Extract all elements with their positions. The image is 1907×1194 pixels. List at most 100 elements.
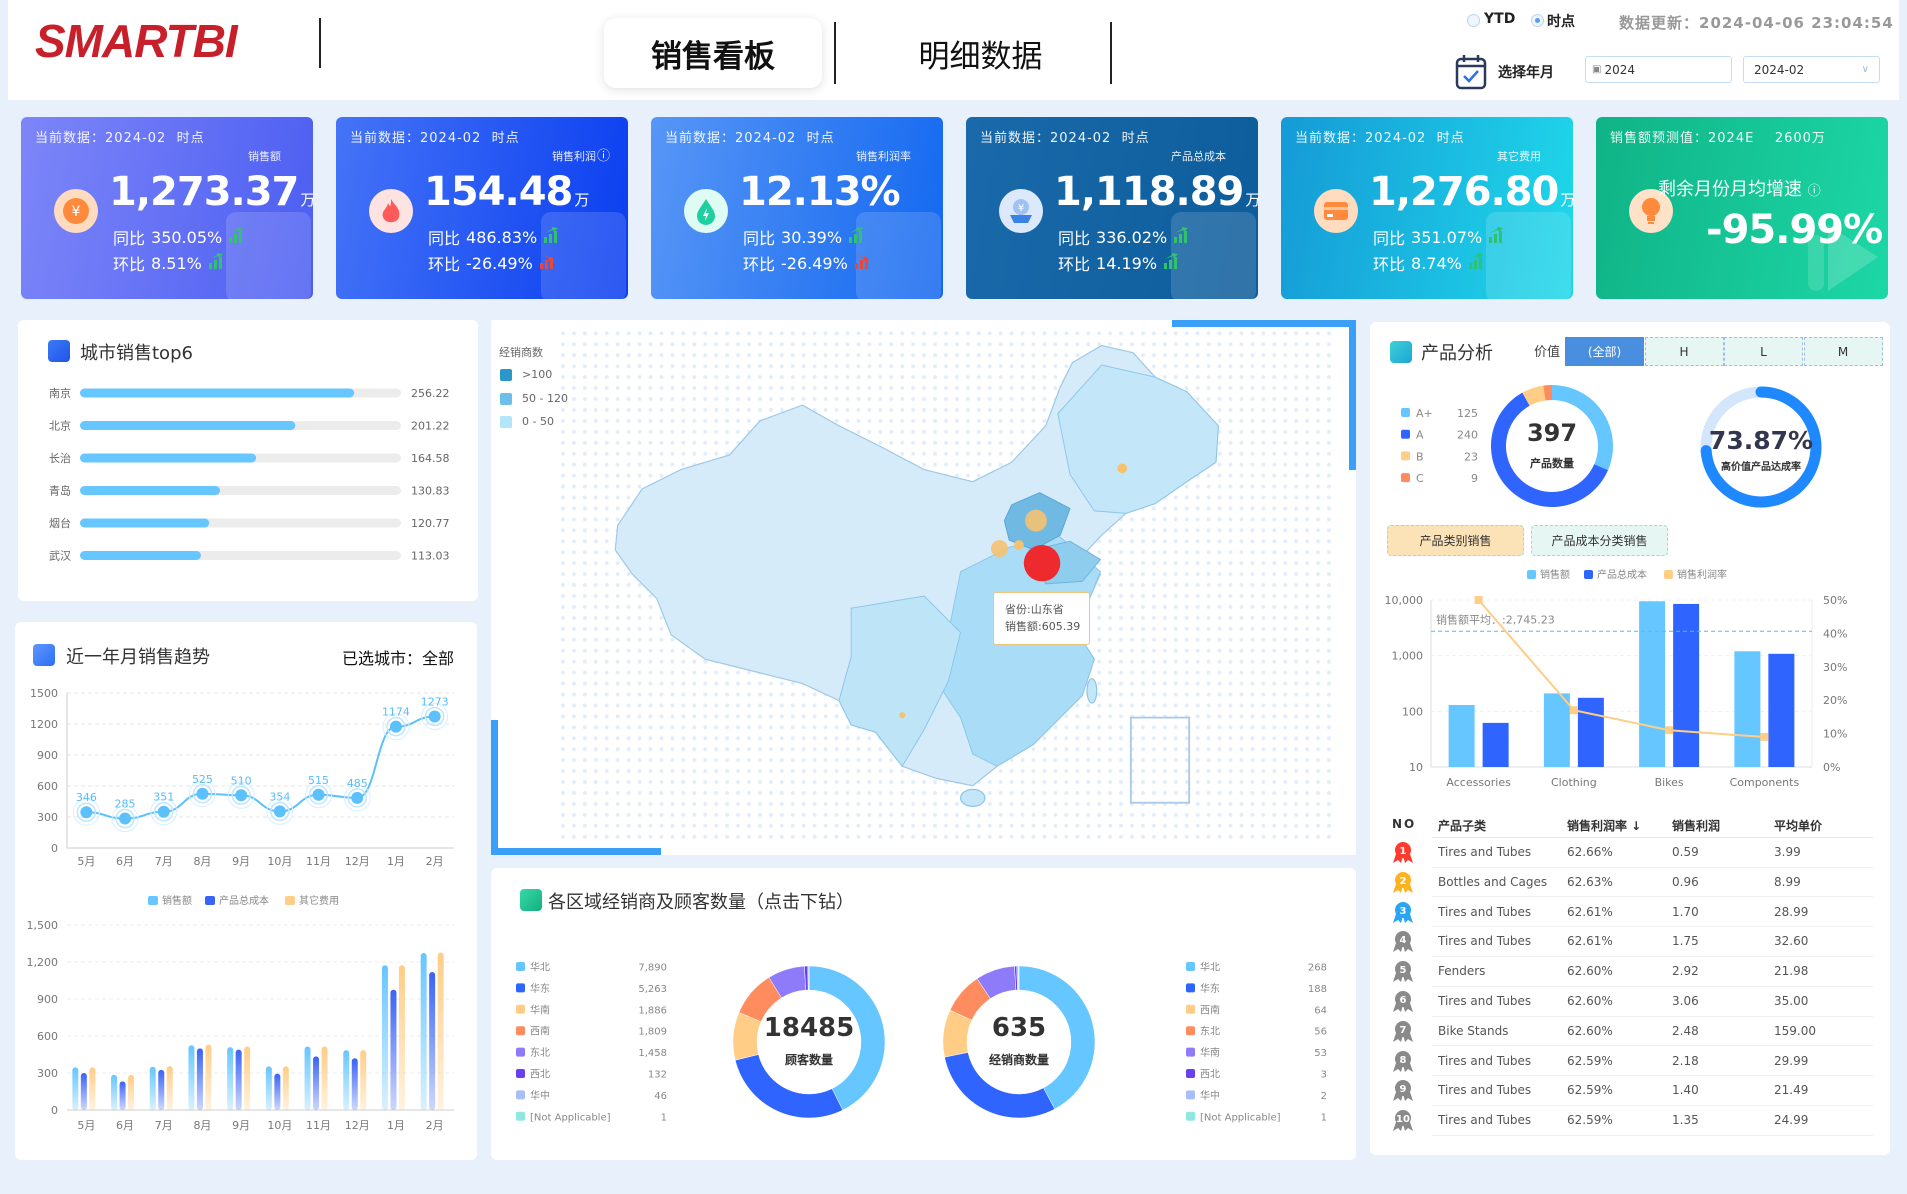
legend-value: 7,890 <box>638 963 667 974</box>
legend-swatch <box>1401 473 1410 483</box>
table-row[interactable]: 10 Tires and Tubes 62.59% 1.35 24.99 <box>1380 1105 1875 1135</box>
y2-tick-label: 0% <box>1823 761 1840 774</box>
legend-label[interactable]: 西北 <box>530 1069 550 1081</box>
cell-profit: 0.96 <box>1672 874 1699 889</box>
cost-bar[interactable] <box>1673 603 1700 767</box>
legend-value: 1 <box>661 1112 667 1123</box>
legend-label[interactable]: 华中 <box>1200 1089 1220 1102</box>
svg-text:9: 9 <box>1400 1084 1407 1095</box>
legend-swatch <box>1186 1090 1195 1100</box>
legend-swatch <box>1186 1111 1195 1121</box>
table-row[interactable]: 5 Fenders 62.60% 2.92 21.98 <box>1380 956 1875 986</box>
medal-rank-icon: 5 <box>1392 959 1414 983</box>
cell-price: 21.49 <box>1774 1083 1809 1098</box>
svg-text:6: 6 <box>1400 995 1407 1006</box>
legend-label[interactable]: 华中 <box>530 1089 550 1102</box>
cell-name: Tires and Tubes <box>1438 934 1532 949</box>
legend-value: 125 <box>1457 407 1478 420</box>
profit-rate-point[interactable] <box>1569 706 1578 715</box>
legend-label[interactable]: 西南 <box>530 1025 550 1038</box>
cell-rate: 62.60% <box>1567 1023 1613 1038</box>
legend-swatch <box>1186 1004 1195 1014</box>
profit-rate-point[interactable] <box>1665 726 1674 735</box>
legend-label[interactable]: 华北 <box>1200 961 1220 974</box>
legend-label[interactable]: A <box>1416 429 1424 442</box>
svg-text:8: 8 <box>1400 1055 1407 1066</box>
legend-swatch <box>1186 983 1195 993</box>
column-header[interactable]: 销售利润率 ↓ <box>1567 817 1641 834</box>
cell-profit: 1.70 <box>1672 904 1699 919</box>
medal-rank-icon: 10 <box>1392 1108 1414 1132</box>
svg-text:4: 4 <box>1400 935 1407 946</box>
legend-label[interactable]: 华南 <box>1200 1046 1220 1059</box>
legend-swatch <box>1186 962 1195 971</box>
legend-label[interactable]: 华南 <box>530 1003 550 1016</box>
cell-rate: 62.60% <box>1567 994 1613 1008</box>
legend-label[interactable]: 西南 <box>1200 1003 1220 1016</box>
legend-swatch <box>516 962 525 971</box>
cell-rate: 62.59% <box>1567 1113 1613 1128</box>
legend-swatch <box>1186 1069 1195 1078</box>
donut-total: 635 <box>992 1013 1046 1043</box>
cost-bar[interactable] <box>1577 697 1604 767</box>
cell-name: Bottles and Cages <box>1438 874 1548 889</box>
profit-rate-point[interactable] <box>1760 732 1769 741</box>
gauge-label: 高价值产品达成率 <box>1721 460 1801 473</box>
legend-swatch <box>516 983 525 993</box>
legend-label[interactable]: 西北 <box>1200 1069 1220 1081</box>
legend-label[interactable]: 华北 <box>530 961 550 974</box>
legend-label[interactable]: 产品总成本 <box>1597 568 1647 581</box>
legend-label[interactable]: [Not Applicable] <box>530 1112 611 1123</box>
table-row[interactable]: 2 Bottles and Cages 62.63% 0.96 8.99 <box>1380 867 1875 897</box>
legend-value: 53 <box>1314 1048 1327 1059</box>
table-row[interactable]: 8 Tires and Tubes 62.59% 2.18 29.99 <box>1380 1046 1875 1076</box>
legend-swatch <box>516 1090 525 1100</box>
legend-value: 23 <box>1464 450 1478 463</box>
legend-label[interactable]: 东北 <box>530 1046 550 1059</box>
legend-value: 5,263 <box>638 984 667 995</box>
legend-label[interactable]: 东北 <box>1200 1025 1220 1038</box>
legend-swatch <box>1584 570 1593 579</box>
cell-rate: 62.61% <box>1567 934 1613 949</box>
profit-rate-point[interactable] <box>1474 596 1483 604</box>
table-row[interactable]: 3 Tires and Tubes 62.61% 1.70 28.99 <box>1380 897 1875 927</box>
table-row[interactable]: 7 Bike Stands 62.60% 2.48 159.00 <box>1380 1016 1875 1046</box>
legend-label[interactable]: 销售利润率 <box>1677 568 1727 581</box>
cell-name: Bike Stands <box>1438 1023 1509 1038</box>
legend-swatch <box>1527 570 1536 579</box>
donut-center-label: 顾客数量 <box>785 1052 833 1067</box>
legend-label[interactable]: 华东 <box>1200 982 1220 995</box>
legend-label[interactable]: A+ <box>1416 407 1433 420</box>
legend-value: 3 <box>1321 1070 1327 1081</box>
cell-price: 24.99 <box>1774 1113 1809 1128</box>
legend-label[interactable]: [Not Applicable] <box>1200 1112 1281 1123</box>
cost-bar[interactable] <box>1482 722 1509 767</box>
legend-value: 240 <box>1457 429 1478 442</box>
sales-bar[interactable] <box>1448 704 1475 767</box>
table-row[interactable]: 6 Tires and Tubes 62.60% 3.06 35.00 <box>1380 986 1875 1016</box>
legend-swatch <box>1186 1026 1195 1036</box>
legend-swatch <box>1401 429 1410 439</box>
cell-name: Fenders <box>1438 964 1486 979</box>
sales-bar[interactable] <box>1734 651 1761 767</box>
legend-label[interactable]: C <box>1416 472 1424 485</box>
table-row[interactable]: 1 Tires and Tubes 62.66% 0.59 3.99 <box>1380 837 1875 867</box>
legend-swatch <box>516 1069 525 1078</box>
cell-profit: 1.40 <box>1672 1083 1699 1098</box>
column-header: 产品子类 <box>1438 819 1487 833</box>
divider <box>1432 1134 1873 1136</box>
table-row[interactable]: 9 Tires and Tubes 62.59% 1.40 21.49 <box>1380 1075 1875 1105</box>
y2-tick-label: 20% <box>1823 694 1847 707</box>
cost-bar[interactable] <box>1768 653 1795 767</box>
legend-label[interactable]: 销售额 <box>1540 568 1570 581</box>
cell-profit: 1.35 <box>1672 1113 1699 1128</box>
sales-bar[interactable] <box>1639 601 1666 767</box>
legend-label[interactable]: 华东 <box>530 982 550 995</box>
svg-text:1: 1 <box>1400 846 1407 857</box>
legend-value: 188 <box>1308 984 1327 995</box>
cell-profit: 2.92 <box>1672 964 1699 979</box>
table-row[interactable]: 4 Tires and Tubes 62.61% 1.75 32.60 <box>1380 926 1875 956</box>
legend-label[interactable]: B <box>1416 450 1424 463</box>
donut-slice[interactable] <box>1017 965 1020 991</box>
sales-bar[interactable] <box>1543 693 1570 767</box>
